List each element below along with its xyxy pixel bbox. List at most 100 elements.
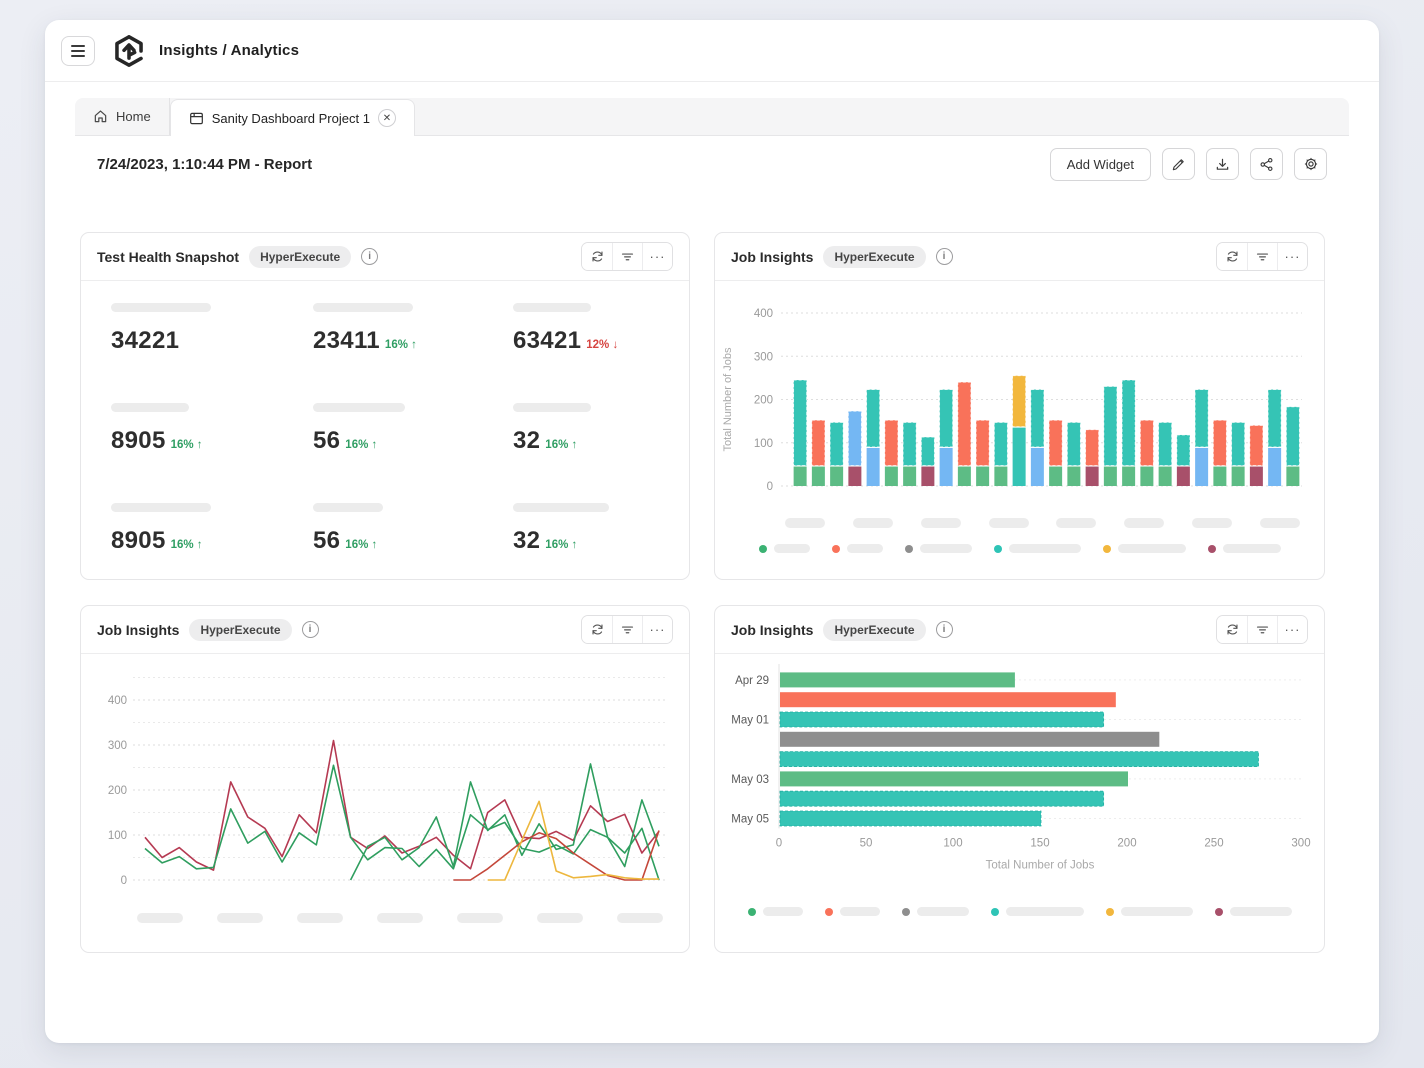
svg-text:May 05: May 05 xyxy=(731,814,769,826)
refresh-button[interactable] xyxy=(1217,243,1247,270)
info-icon[interactable]: i xyxy=(361,248,378,265)
svg-text:200: 200 xyxy=(108,785,127,797)
legend-dot xyxy=(825,908,833,916)
x-tick-skeleton xyxy=(377,913,423,923)
legend-dot xyxy=(832,545,840,553)
ellipsis-icon: ··· xyxy=(650,252,666,262)
add-widget-button[interactable]: Add Widget xyxy=(1050,148,1151,181)
close-tab-icon[interactable]: ✕ xyxy=(378,109,396,127)
stat-label-skeleton xyxy=(313,503,383,512)
pencil-icon xyxy=(1171,157,1186,172)
legend-item[interactable] xyxy=(759,544,810,553)
stat-value: 32 xyxy=(513,427,540,455)
widget-job-insights-hbar: Job Insights HyperExecute i ··· Apr 29Ma… xyxy=(714,605,1325,953)
tab-home[interactable]: Home xyxy=(75,98,170,135)
tab-sanity-dashboard[interactable]: Sanity Dashboard Project 1 ✕ xyxy=(170,99,415,136)
svg-text:250: 250 xyxy=(1204,837,1223,849)
stat-item: 63421 12% ↓ xyxy=(513,303,659,403)
more-options-button[interactable]: ··· xyxy=(642,243,672,270)
stacked-bar-chart: 0100200300400Total Number of Jobs xyxy=(715,281,1324,553)
share-button[interactable] xyxy=(1250,148,1283,180)
widget-title: Job Insights xyxy=(97,622,179,638)
download-icon xyxy=(1215,157,1230,172)
svg-text:50: 50 xyxy=(860,837,873,849)
x-tick-skeleton xyxy=(1124,518,1164,528)
stat-value: 63421 xyxy=(513,327,581,355)
settings-button[interactable] xyxy=(1294,148,1327,180)
filter-button[interactable] xyxy=(1247,243,1277,270)
x-tick-skeleton xyxy=(617,913,663,923)
svg-text:300: 300 xyxy=(108,740,127,752)
stat-label-skeleton xyxy=(513,303,591,312)
ellipsis-icon: ··· xyxy=(1285,625,1301,635)
svg-text:200: 200 xyxy=(754,395,773,407)
more-options-button[interactable]: ··· xyxy=(1277,243,1307,270)
x-tick-skeleton xyxy=(297,913,343,923)
tab-label: Home xyxy=(116,109,151,124)
ellipsis-icon: ··· xyxy=(1285,252,1301,262)
info-icon[interactable]: i xyxy=(936,621,953,638)
widget-header: Job Insights HyperExecute i ··· xyxy=(715,606,1324,654)
stat-label-skeleton xyxy=(513,503,609,512)
more-options-button[interactable]: ··· xyxy=(642,616,672,643)
edit-button[interactable] xyxy=(1162,148,1195,180)
refresh-button[interactable] xyxy=(582,243,612,270)
stat-delta: 16% ↑ xyxy=(171,539,203,551)
dashboard-tab-icon xyxy=(189,111,204,126)
widget-badge: HyperExecute xyxy=(823,246,925,268)
legend-item[interactable] xyxy=(902,907,969,916)
legend-item[interactable] xyxy=(994,544,1081,553)
stat-item: 2341116% ↑ xyxy=(313,303,513,403)
x-tick-skeleton xyxy=(457,913,503,923)
widget-test-health-snapshot: Test Health Snapshot HyperExecute i ··· … xyxy=(80,232,690,580)
legend-item[interactable] xyxy=(1208,544,1281,553)
widget-controls: ··· xyxy=(1216,615,1308,644)
legend-item[interactable] xyxy=(991,907,1084,916)
stat-label-skeleton xyxy=(111,503,211,512)
legend-item[interactable] xyxy=(825,907,880,916)
svg-text:100: 100 xyxy=(108,830,127,842)
svg-text:300: 300 xyxy=(1291,837,1310,849)
stat-label-skeleton xyxy=(313,403,405,412)
filter-button[interactable] xyxy=(1247,616,1277,643)
legend-label-skeleton xyxy=(920,544,972,553)
refresh-button[interactable] xyxy=(1217,616,1247,643)
x-tick-skeleton xyxy=(1260,518,1300,528)
stat-label-skeleton xyxy=(313,303,413,312)
x-tick-skeleton xyxy=(537,913,583,923)
widget-header: Job Insights HyperExecute i ··· xyxy=(715,233,1324,281)
stat-delta: 16% ↑ xyxy=(545,539,577,551)
stat-delta: 12% ↓ xyxy=(586,339,618,351)
filter-button[interactable] xyxy=(612,243,642,270)
chart-legend xyxy=(715,907,1324,916)
widget-controls: ··· xyxy=(581,242,673,271)
gear-icon xyxy=(1303,156,1319,172)
more-options-button[interactable]: ··· xyxy=(1277,616,1307,643)
info-icon[interactable]: i xyxy=(936,248,953,265)
svg-text:100: 100 xyxy=(754,438,773,450)
x-tick-skeleton xyxy=(785,518,825,528)
refresh-button[interactable] xyxy=(582,616,612,643)
legend-label-skeleton xyxy=(774,544,810,553)
svg-text:150: 150 xyxy=(1030,837,1049,849)
legend-item[interactable] xyxy=(832,544,883,553)
legend-item[interactable] xyxy=(1106,907,1193,916)
hamburger-menu-button[interactable] xyxy=(61,36,95,66)
legend-label-skeleton xyxy=(917,907,969,916)
stat-label-skeleton xyxy=(111,403,189,412)
x-tick-skeleton xyxy=(921,518,961,528)
stat-value: 56 xyxy=(313,527,340,555)
legend-item[interactable] xyxy=(748,907,803,916)
widget-title: Job Insights xyxy=(731,249,813,265)
x-axis-skeleton-labels xyxy=(785,518,1300,528)
download-button[interactable] xyxy=(1206,148,1239,180)
legend-dot xyxy=(759,545,767,553)
info-icon[interactable]: i xyxy=(302,621,319,638)
legend-item[interactable] xyxy=(905,544,972,553)
svg-text:0: 0 xyxy=(121,875,127,887)
widget-badge: HyperExecute xyxy=(249,246,351,268)
filter-button[interactable] xyxy=(612,616,642,643)
legend-item[interactable] xyxy=(1103,544,1186,553)
legend-item[interactable] xyxy=(1215,907,1292,916)
stat-label-skeleton xyxy=(111,303,211,312)
